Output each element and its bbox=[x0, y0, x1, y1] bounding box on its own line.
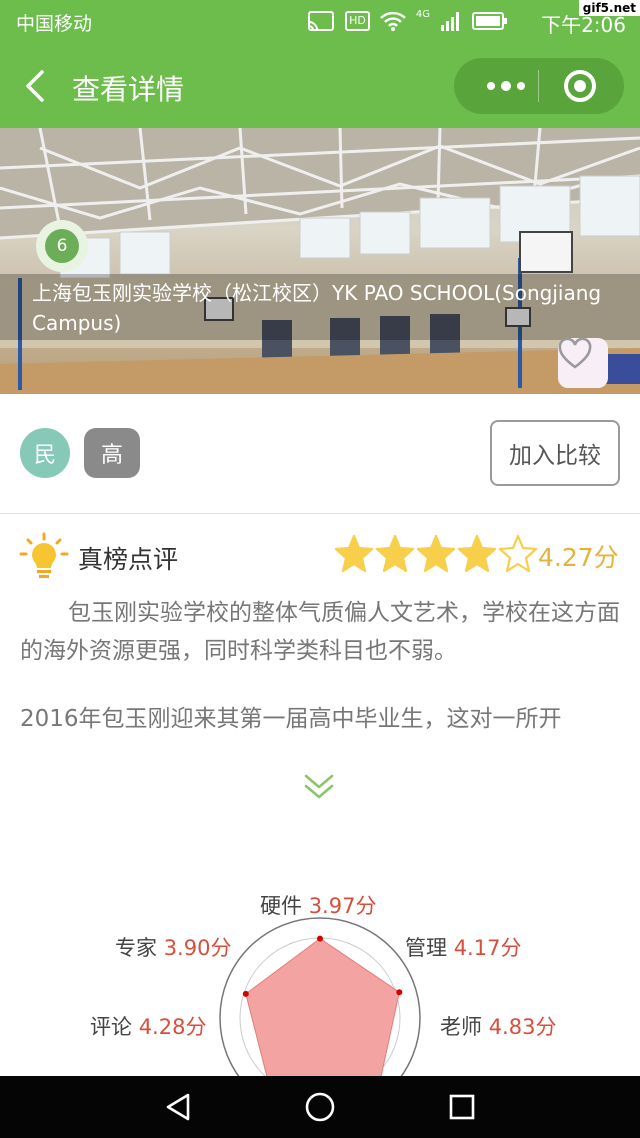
battery-icon bbox=[472, 12, 507, 30]
lightbulb-icon bbox=[19, 532, 69, 578]
back-triangle-icon[interactable] bbox=[164, 1092, 194, 1122]
radar-label-teachers: 老师 4.83分 bbox=[440, 1015, 557, 1039]
android-nav-bar bbox=[0, 1076, 640, 1138]
review-title: 真榜点评 bbox=[78, 545, 179, 574]
signal-icon bbox=[441, 12, 459, 31]
cast-icon bbox=[308, 11, 335, 31]
star-filled-icon bbox=[457, 534, 497, 573]
radar-label-experts: 专家 3.90分 bbox=[115, 936, 232, 960]
rank-badge: 6 bbox=[36, 220, 88, 272]
chevron-left-icon[interactable] bbox=[20, 66, 56, 106]
carrier-label: 中国移动 bbox=[16, 13, 93, 35]
school-tags: 民 高 加入比较 bbox=[0, 394, 640, 514]
review-paragraph: 包玉刚实验学校的整体气质偏人文艺术，学校在这方面的海外资源更强，同时科学类科目也… bbox=[20, 600, 620, 664]
hd-badge: HD bbox=[345, 11, 370, 31]
nav-bar: 查看详情 bbox=[0, 44, 640, 128]
watermark: gif5.net bbox=[578, 0, 640, 16]
recents-square-icon[interactable] bbox=[448, 1093, 476, 1121]
star-filled-icon bbox=[334, 534, 374, 573]
page-title: 查看详情 bbox=[72, 73, 185, 106]
school-name: 上海包玉刚实验学校（松江校区）YK PAO SCHOOL(Songjiang C… bbox=[0, 274, 640, 340]
school-type-tag: 民 bbox=[20, 428, 70, 478]
radar-label-reviews: 评论 4.28分 bbox=[90, 1015, 207, 1039]
radar-point-1 bbox=[396, 989, 403, 996]
radar-label-hardware: 硬件 3.97分 bbox=[260, 894, 377, 918]
wifi-icon bbox=[380, 11, 406, 31]
star-empty-icon bbox=[498, 534, 538, 573]
double-chevron-down-icon[interactable] bbox=[302, 770, 336, 802]
status-icons: HD 4G bbox=[307, 10, 508, 32]
rating-score: 4.27分 bbox=[538, 543, 619, 572]
radar-point-4 bbox=[242, 990, 249, 997]
school-level-tag: 高 bbox=[84, 428, 140, 478]
home-circle-icon[interactable] bbox=[304, 1091, 336, 1123]
mini-program-capsule bbox=[454, 58, 624, 114]
review-paragraph: 2016年包玉刚迎来其第一届高中毕业生，这对一所开 bbox=[20, 706, 562, 732]
gymnasium-illustration bbox=[0, 128, 640, 394]
capsule-divider bbox=[538, 70, 539, 102]
score-radar-chart: 硬件 3.97分 管理 4.17分 老师 4.83分 评论 4.28分 专家 3… bbox=[0, 870, 640, 1076]
radar-label-management: 管理 4.17分 bbox=[405, 936, 522, 960]
add-compare-button[interactable]: 加入比较 bbox=[490, 420, 620, 486]
star-filled-icon bbox=[375, 534, 415, 573]
radar-score-area bbox=[245, 937, 400, 1076]
radar-point-0 bbox=[317, 935, 323, 942]
target-circle-icon[interactable] bbox=[564, 70, 596, 102]
heart-icon bbox=[558, 338, 592, 369]
star-filled-icon bbox=[416, 534, 456, 573]
rank-number: 6 bbox=[45, 229, 79, 263]
favorite-button[interactable] bbox=[558, 338, 608, 388]
school-photo: 6 上海包玉刚实验学校（松江校区）YK PAO SCHOOL(Songjiang… bbox=[0, 128, 640, 394]
network-type-label: 4G bbox=[415, 9, 430, 20]
rating-stars bbox=[334, 534, 538, 574]
more-dots-icon[interactable] bbox=[476, 58, 536, 114]
review-text: 包玉刚实验学校的整体气质偏人文艺术，学校在这方面的海外资源更强，同时科学类科目也… bbox=[20, 594, 620, 738]
status-bar: 中国移动 HD 4G 下午2:06 gif5.net bbox=[0, 0, 640, 44]
review-header: 真榜点评 4.27分 bbox=[0, 530, 640, 582]
